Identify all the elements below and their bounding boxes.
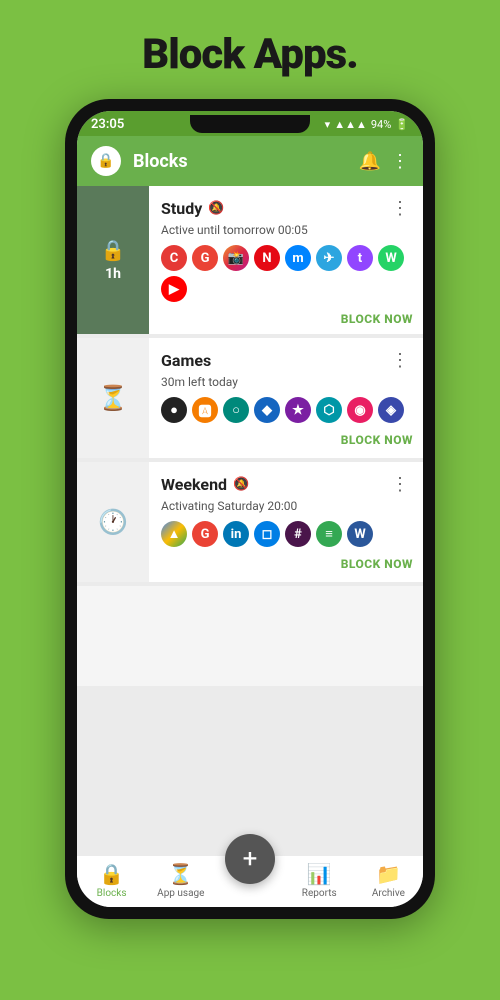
study-app-youtube: ▶ bbox=[161, 276, 187, 302]
study-app-netflix: N bbox=[254, 245, 280, 271]
games-app-icons: ● 🅰 ○ ◆ ★ ⬡ ◉ ◈ bbox=[161, 397, 413, 423]
more-options-icon[interactable]: ⋮ bbox=[391, 151, 409, 172]
weekend-app-dropbox: ◻ bbox=[254, 521, 280, 547]
study-time-label: 1h bbox=[105, 266, 121, 282]
weekend-app-sheets: ≡ bbox=[316, 521, 342, 547]
games-app-1: ● bbox=[161, 397, 187, 423]
signal-icon: ▲▲▲ bbox=[334, 118, 367, 131]
games-app-7: ◉ bbox=[347, 397, 373, 423]
weekend-more-icon[interactable]: ⋮ bbox=[387, 472, 413, 497]
nav-app-usage-icon: ⏳ bbox=[168, 862, 193, 886]
games-title-row: Games bbox=[161, 351, 211, 370]
app-bar-title: Blocks bbox=[133, 151, 347, 172]
weekend-app-drive: ▲ bbox=[161, 521, 187, 547]
study-app-messenger: m bbox=[285, 245, 311, 271]
nav-blocks-icon: 🔒 bbox=[99, 862, 124, 886]
games-title: Games bbox=[161, 351, 211, 370]
nav-item-archive[interactable]: 📁 Archive bbox=[354, 862, 423, 899]
nav-reports-label: Reports bbox=[302, 888, 337, 899]
study-app-chrome: C bbox=[161, 245, 187, 271]
games-app-2: 🅰 bbox=[192, 397, 218, 423]
games-card-header: Games ⋮ bbox=[161, 348, 413, 373]
weekend-app-gmail: G bbox=[192, 521, 218, 547]
weekend-title-row: Weekend 🔕 bbox=[161, 475, 249, 494]
weekend-app-word: W bbox=[347, 521, 373, 547]
status-time: 23:05 bbox=[91, 117, 124, 132]
games-app-8: ◈ bbox=[378, 397, 404, 423]
games-subtitle: 30m left today bbox=[161, 375, 413, 389]
nav-app-usage-label: App usage bbox=[157, 888, 204, 899]
weekend-block-now-button[interactable]: BLOCK NOW bbox=[161, 553, 413, 573]
bottom-nav: + 🔒 Blocks ⏳ App usage 📊 Reports 📁 Archi… bbox=[77, 856, 423, 907]
notification-icon[interactable]: 🔔 bbox=[359, 151, 381, 172]
study-block-card: 🔒 1h Study 🔕 ⋮ Active until tomorrow 00:… bbox=[77, 186, 423, 334]
study-more-icon[interactable]: ⋮ bbox=[387, 196, 413, 221]
games-card-left: ⏳ bbox=[77, 338, 149, 458]
games-app-5: ★ bbox=[285, 397, 311, 423]
weekend-app-slack: # bbox=[285, 521, 311, 547]
weekend-subtitle: Activating Saturday 20:00 bbox=[161, 499, 413, 513]
nav-archive-icon: 📁 bbox=[376, 862, 401, 886]
study-title-row: Study 🔕 bbox=[161, 199, 224, 218]
weekend-card-right: Weekend 🔕 ⋮ Activating Saturday 20:00 ▲ … bbox=[149, 462, 423, 582]
games-block-card: ⏳ Games ⋮ 30m left today ● 🅰 ○ ◆ bbox=[77, 338, 423, 458]
weekend-mute-icon: 🔕 bbox=[233, 477, 249, 492]
weekend-card-left: 🕐 bbox=[77, 462, 149, 582]
nav-item-app-usage[interactable]: ⏳ App usage bbox=[146, 862, 215, 899]
study-lock-icon: 🔒 bbox=[101, 238, 126, 262]
nav-archive-label: Archive bbox=[372, 888, 405, 899]
weekend-app-linkedin: in bbox=[223, 521, 249, 547]
phone-screen: 23:05 ▾ ▲▲▲ 94% 🔋 🔒 Blocks 🔔 ⋮ bbox=[77, 111, 423, 907]
phone-frame: 23:05 ▾ ▲▲▲ 94% 🔋 🔒 Blocks 🔔 ⋮ bbox=[65, 99, 435, 919]
battery-icon: 🔋 bbox=[395, 118, 409, 131]
study-mute-icon: 🔕 bbox=[208, 201, 224, 216]
games-more-icon[interactable]: ⋮ bbox=[387, 348, 413, 373]
nav-blocks-label: Blocks bbox=[97, 888, 127, 899]
study-app-gmail: G bbox=[192, 245, 218, 271]
study-subtitle: Active until tomorrow 00:05 bbox=[161, 223, 413, 237]
wifi-icon: ▾ bbox=[325, 118, 331, 131]
study-block-now-button[interactable]: BLOCK NOW bbox=[161, 308, 413, 328]
weekend-app-icons: ▲ G in ◻ # ≡ W bbox=[161, 521, 413, 547]
games-block-now-button[interactable]: BLOCK NOW bbox=[161, 429, 413, 449]
games-app-6: ⬡ bbox=[316, 397, 342, 423]
nav-item-blocks[interactable]: 🔒 Blocks bbox=[77, 862, 146, 899]
study-app-whatsapp: W bbox=[378, 245, 404, 271]
study-card-header: Study 🔕 ⋮ bbox=[161, 196, 413, 221]
status-icons: ▾ ▲▲▲ 94% 🔋 bbox=[325, 118, 409, 131]
nav-reports-icon: 📊 bbox=[307, 862, 332, 886]
fab-button[interactable]: + bbox=[225, 834, 275, 884]
app-bar: 🔒 Blocks 🔔 ⋮ bbox=[77, 136, 423, 186]
study-app-twitch: t bbox=[347, 245, 373, 271]
app-bar-lock-icon: 🔒 bbox=[91, 146, 121, 176]
study-title: Study bbox=[161, 199, 202, 218]
nav-item-reports[interactable]: 📊 Reports bbox=[285, 862, 354, 899]
study-app-instagram: 📸 bbox=[223, 245, 249, 271]
phone-notch bbox=[190, 115, 310, 133]
games-app-3: ○ bbox=[223, 397, 249, 423]
weekend-card-header: Weekend 🔕 ⋮ bbox=[161, 472, 413, 497]
games-app-4: ◆ bbox=[254, 397, 280, 423]
empty-area bbox=[77, 586, 423, 686]
study-card-left: 🔒 1h bbox=[77, 186, 149, 334]
page-headline: Block Apps. bbox=[142, 30, 358, 79]
games-card-right: Games ⋮ 30m left today ● 🅰 ○ ◆ ★ ⬡ ◉ ◈ bbox=[149, 338, 423, 458]
app-bar-actions: 🔔 ⋮ bbox=[359, 151, 409, 172]
content-area: 🔒 1h Study 🔕 ⋮ Active until tomorrow 00:… bbox=[77, 186, 423, 856]
weekend-clock-icon: 🕐 bbox=[98, 508, 128, 536]
weekend-title: Weekend bbox=[161, 475, 227, 494]
study-card-right: Study 🔕 ⋮ Active until tomorrow 00:05 C … bbox=[149, 186, 423, 334]
study-app-telegram: ✈ bbox=[316, 245, 342, 271]
games-hourglass-icon: ⏳ bbox=[98, 384, 128, 412]
battery-label: 94% bbox=[371, 118, 391, 131]
weekend-block-card: 🕐 Weekend 🔕 ⋮ Activating Saturday 20:00 … bbox=[77, 462, 423, 582]
study-app-icons: C G 📸 N m ✈ t W ▶ bbox=[161, 245, 413, 302]
